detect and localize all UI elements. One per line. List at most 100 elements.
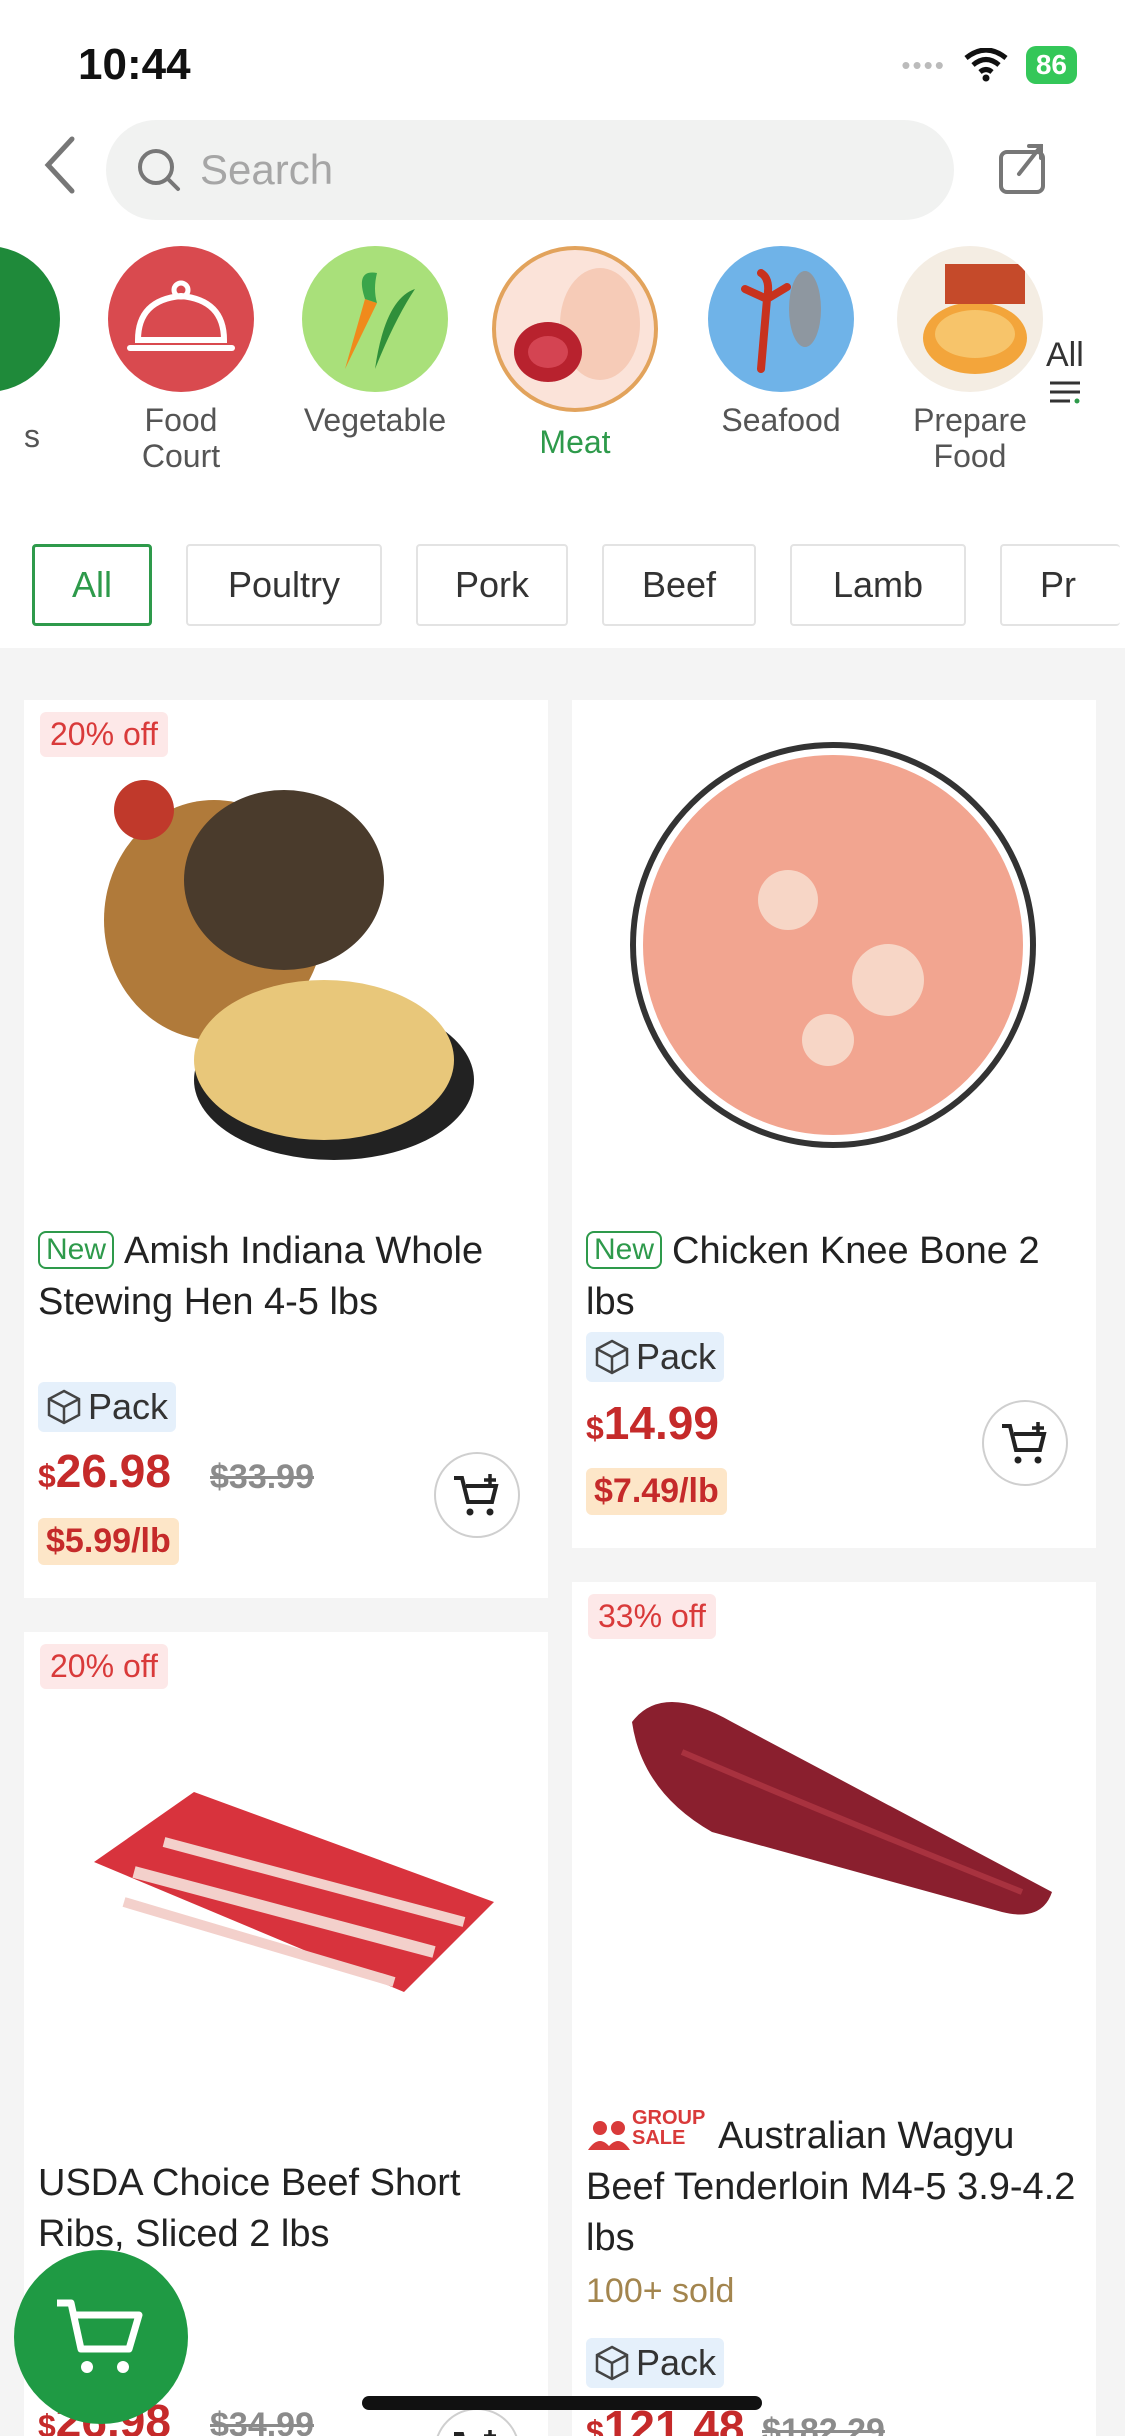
pack-tag: Pack bbox=[586, 1332, 725, 1382]
category-label: Prepare Food bbox=[913, 402, 1027, 474]
chip-all[interactable]: All bbox=[32, 544, 152, 626]
currency-symbol: $ bbox=[38, 2408, 56, 2436]
chip-pork[interactable]: Pork bbox=[416, 544, 568, 626]
product-title: New Chicken Knee Bone 2 lbs bbox=[586, 1226, 1082, 1328]
chevron-left-icon bbox=[44, 136, 75, 194]
category-meat[interactable]: Meat bbox=[490, 246, 660, 460]
pack-tag: Pack bbox=[586, 2338, 725, 2388]
category-label: Seafood bbox=[721, 402, 841, 438]
package-icon bbox=[595, 1339, 629, 1375]
search-placeholder: Search bbox=[200, 146, 334, 193]
price-value: 14.99 bbox=[603, 1397, 719, 1449]
category-label: Vegetable bbox=[303, 402, 447, 438]
currency-symbol: $ bbox=[586, 1410, 604, 1446]
unit-price: $7.49/lb bbox=[586, 1468, 727, 1515]
new-badge: New bbox=[586, 1231, 663, 1269]
package-icon bbox=[47, 1389, 81, 1425]
category-vegetable[interactable]: Vegetable bbox=[290, 246, 460, 438]
group-sale-badge: GROUP SALE bbox=[632, 2107, 705, 2149]
pack-label: Pack bbox=[636, 2342, 717, 2383]
prepared-food-image bbox=[897, 246, 1043, 392]
share-button[interactable] bbox=[995, 140, 1055, 200]
header-area: 10:44 •••• 86 Search s Food Court Vegeta… bbox=[0, 0, 1125, 648]
seafood-image bbox=[708, 246, 854, 392]
product-title: USDA Choice Beef Short Ribs, Sliced 2 lb… bbox=[38, 2162, 461, 2255]
subcategory-tabs: All Poultry Pork Beef Lamb Pr bbox=[32, 544, 1120, 626]
product-title: New Amish Indiana Whole Stewing Hen 4-5 l… bbox=[38, 1226, 534, 1328]
sold-count: 100+ sold bbox=[586, 2272, 735, 2310]
product-image bbox=[64, 740, 514, 1190]
category-partial-image bbox=[0, 246, 60, 392]
product-card[interactable]: New Chicken Knee Bone 2 lbs Pack $14.99 $… bbox=[572, 700, 1096, 1548]
cart-plus-icon bbox=[1002, 1422, 1047, 1464]
product-image bbox=[622, 1682, 1062, 1982]
currency-symbol: $ bbox=[38, 1458, 56, 1494]
unit-price: $5.99/lb bbox=[38, 1518, 179, 1565]
all-categories-button[interactable]: All bbox=[1046, 336, 1084, 414]
floating-cart-button[interactable] bbox=[14, 2250, 188, 2424]
search-icon bbox=[138, 149, 180, 191]
search-bar[interactable]: Search bbox=[106, 120, 954, 220]
share-icon bbox=[999, 144, 1045, 194]
shopping-cart-icon bbox=[57, 2299, 143, 2373]
original-price: $34.99 bbox=[210, 2406, 314, 2436]
product-title: GROUP SALE Australian Wagyu Beef Tenderlo… bbox=[586, 2108, 1082, 2264]
meat-image bbox=[492, 246, 658, 412]
cloche-icon bbox=[127, 280, 235, 351]
meat-category-page: 10:44 •••• 86 Search s Food Court Vegeta… bbox=[0, 0, 1125, 2436]
category-prepared-food[interactable]: Prepare Food bbox=[890, 246, 1050, 474]
chicken-bone-illustration bbox=[630, 742, 1036, 1148]
signal-icon: •••• bbox=[901, 49, 946, 80]
pack-label: Pack bbox=[636, 1336, 717, 1377]
chip-lamb[interactable]: Lamb bbox=[790, 544, 966, 626]
product-card[interactable]: 33% off GROUP SALE Australian Wagyu Beef … bbox=[572, 1582, 1096, 2436]
status-icons: •••• 86 bbox=[901, 46, 1077, 84]
add-to-cart-button[interactable] bbox=[982, 1400, 1068, 1486]
vegetable-illustration bbox=[345, 272, 415, 369]
chip-beef[interactable]: Beef bbox=[602, 544, 756, 626]
original-price: $182.29 bbox=[762, 2412, 885, 2436]
home-indicator bbox=[362, 2396, 762, 2410]
cart-plus-icon bbox=[454, 1474, 499, 1516]
original-price: $33.99 bbox=[210, 1458, 314, 1496]
cart-plus-icon bbox=[454, 2430, 496, 2436]
hen-illustration bbox=[104, 780, 474, 1160]
group-icon bbox=[588, 2121, 630, 2150]
vegetable-image bbox=[302, 246, 448, 392]
pack-label: Pack bbox=[88, 1386, 169, 1427]
category-label: Food Court bbox=[141, 402, 221, 474]
status-time: 10:44 bbox=[78, 40, 191, 89]
all-categories-label: All bbox=[1046, 336, 1084, 374]
add-to-cart-button[interactable] bbox=[434, 1452, 520, 1538]
category-label: s bbox=[24, 418, 40, 454]
product-image bbox=[74, 1732, 514, 2072]
package-icon bbox=[595, 2345, 629, 2381]
chip-partial[interactable]: Pr bbox=[1000, 544, 1120, 626]
meat-illustration bbox=[514, 268, 640, 382]
currency-symbol: $ bbox=[586, 2414, 604, 2436]
food-court-image bbox=[108, 246, 254, 392]
add-to-cart-button[interactable] bbox=[434, 2408, 520, 2436]
discount-badge: 33% off bbox=[588, 1594, 716, 1639]
product-price: $26.98 bbox=[38, 1444, 171, 1498]
category-label-active: Meat bbox=[539, 424, 611, 460]
product-card[interactable]: 20% off New Amish Indiana Whole Stewing H… bbox=[24, 700, 548, 1598]
prepared-food-illustration bbox=[923, 264, 1027, 374]
product-image bbox=[628, 740, 1038, 1150]
product-price: $14.99 bbox=[586, 1396, 719, 1450]
tenderloin-illustration bbox=[632, 1702, 1052, 1915]
back-button[interactable] bbox=[30, 130, 90, 200]
chip-poultry[interactable]: Poultry bbox=[186, 544, 382, 626]
new-badge: New bbox=[38, 1231, 115, 1269]
battery-indicator: 86 bbox=[1025, 46, 1077, 84]
short-ribs-illustration bbox=[94, 1792, 494, 1992]
list-icon bbox=[1049, 381, 1080, 404]
category-food-court[interactable]: Food Court bbox=[106, 246, 256, 474]
seafood-illustration bbox=[741, 269, 821, 373]
discount-badge: 20% off bbox=[40, 1644, 168, 1689]
price-value: 26.98 bbox=[55, 1445, 171, 1497]
pack-tag: Pack bbox=[38, 1382, 177, 1432]
category-partial[interactable]: s bbox=[0, 246, 60, 454]
discount-badge: 20% off bbox=[40, 712, 168, 757]
category-seafood[interactable]: Seafood bbox=[706, 246, 856, 438]
